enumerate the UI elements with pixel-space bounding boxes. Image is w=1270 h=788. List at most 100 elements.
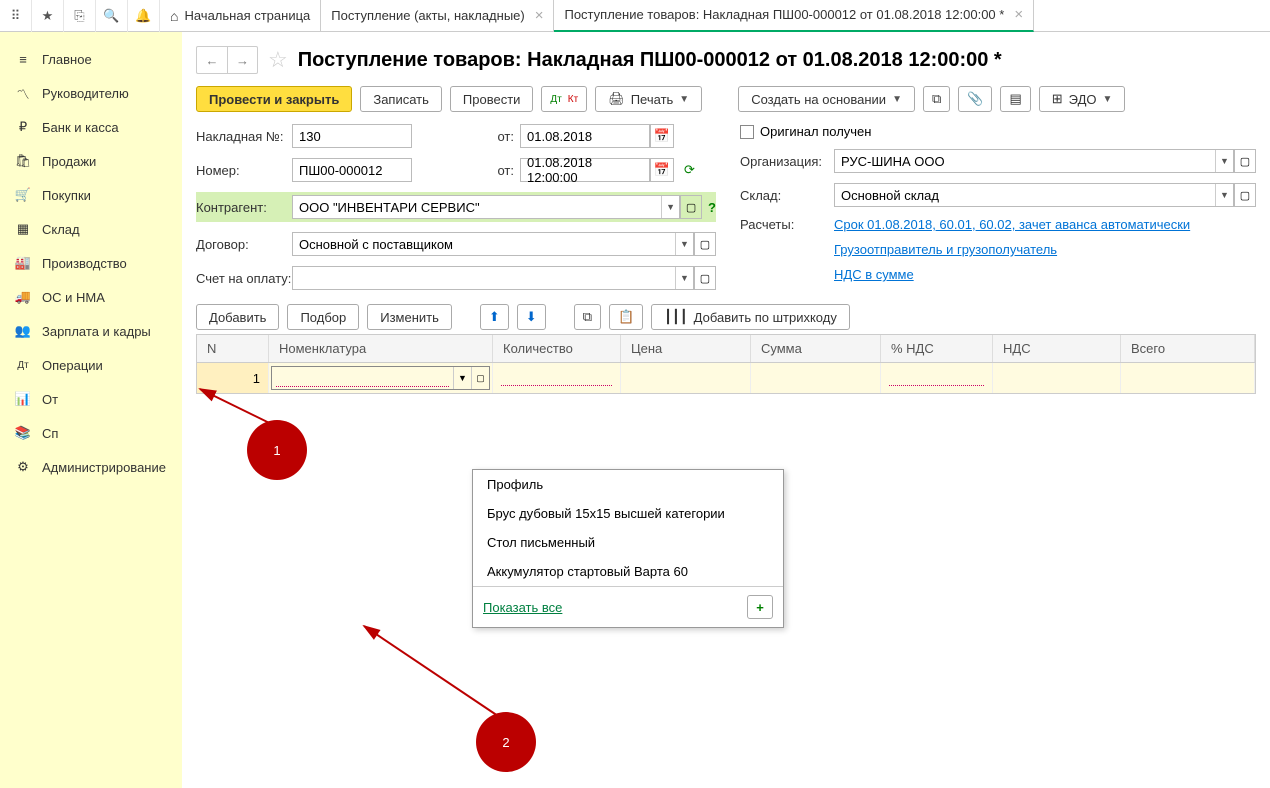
warehouse-input[interactable]: Основной склад▼ [834, 183, 1234, 207]
cell-vat-percent[interactable] [881, 363, 993, 393]
column-nomenclature[interactable]: Номенклатура [269, 335, 493, 362]
sidebar-item-salary[interactable]: 👥Зарплата и кадры [0, 314, 182, 348]
sidebar-item-bank[interactable]: ₽Банк и касса [0, 110, 182, 144]
shipper-link[interactable]: Грузоотправитель и грузополучатель [834, 242, 1057, 257]
column-sum[interactable]: Сумма [751, 335, 881, 362]
counterparty-input[interactable]: ООО "ИНВЕНТАРИ СЕРВИС"▼ [292, 195, 680, 219]
cell-quantity[interactable] [493, 363, 621, 393]
add-row-button[interactable]: Добавить [196, 304, 279, 330]
sidebar-item-main[interactable]: ≡Главное [0, 42, 182, 76]
tab-receipts[interactable]: Поступление (акты, накладные)× [321, 0, 554, 32]
cell-nomenclature[interactable]: ▼ ▢ [269, 363, 493, 393]
field-value: Основной с поставщиком [299, 237, 675, 252]
original-received-checkbox[interactable]: Оригинал получен [740, 124, 871, 139]
sidebar-item-references[interactable]: 📚Сп [0, 416, 182, 450]
favorite-icon[interactable]: ★ [32, 0, 64, 32]
paste-button[interactable]: 📋 [609, 304, 643, 330]
create-based-on-button[interactable]: Создать на основании▼ [738, 86, 915, 112]
sidebar-item-admin[interactable]: ⚙Администрирование [0, 450, 182, 484]
edo-button[interactable]: ⊞ЭДО▼ [1039, 86, 1126, 112]
column-total[interactable]: Всего [1121, 335, 1255, 362]
cell-price[interactable] [621, 363, 751, 393]
sidebar-item-manager[interactable]: 〽Руководителю [0, 76, 182, 110]
post-and-close-button[interactable]: Провести и закрыть [196, 86, 352, 112]
sidebar-item-production[interactable]: 🏭Производство [0, 246, 182, 280]
notifications-icon[interactable]: 🔔 [128, 0, 160, 32]
apps-menu-icon[interactable]: ⠿ [0, 0, 32, 32]
sidebar-item-assets[interactable]: 🚚ОС и НМА [0, 280, 182, 314]
contract-input[interactable]: Основной с поставщиком▼ [292, 232, 694, 256]
datetime-input[interactable]: 01.08.2018 12:00:00 [520, 158, 650, 182]
open-button[interactable]: ▢ [694, 232, 716, 256]
move-down-button[interactable]: ⬇ [517, 304, 546, 330]
number-input[interactable]: ПШ00-000012 [292, 158, 412, 182]
attach-button[interactable]: 📎 [958, 86, 992, 112]
dtkt-button[interactable]: ДтКт [541, 86, 587, 112]
open-button[interactable]: ▢ [1234, 183, 1256, 207]
calendar-button[interactable]: 📅 [650, 158, 674, 182]
search-icon[interactable]: 🔍 [96, 0, 128, 32]
column-vat-percent[interactable]: % НДС [881, 335, 993, 362]
sidebar-item-sales[interactable]: 🛍Продажи [0, 144, 182, 178]
column-n[interactable]: N [197, 335, 269, 362]
close-icon[interactable]: × [531, 7, 544, 24]
pick-button[interactable]: Подбор [287, 304, 359, 330]
close-icon[interactable]: × [1010, 6, 1023, 23]
open-button[interactable]: ▢ [694, 266, 716, 290]
print-button[interactable]: 🖨Печать▼ [595, 86, 702, 112]
open-button[interactable]: ▢ [680, 195, 702, 219]
bars-icon: 📊 [14, 391, 32, 407]
copy-button[interactable]: ⧉ [574, 304, 601, 330]
invoice-no-input[interactable]: 130 [292, 124, 412, 148]
related-button[interactable]: ⧉ [923, 86, 950, 112]
chevron-down-icon[interactable]: ▼ [1215, 184, 1233, 206]
favorite-toggle-icon[interactable]: ☆ [268, 47, 288, 73]
cell-vat[interactable] [993, 363, 1121, 393]
column-quantity[interactable]: Количество [493, 335, 621, 362]
sidebar-item-reports[interactable]: 📊От [0, 382, 182, 416]
vat-link[interactable]: НДС в сумме [834, 267, 914, 282]
open-icon[interactable]: ▢ [471, 367, 489, 389]
refresh-icon[interactable]: ⟳ [684, 162, 695, 178]
dropdown-item[interactable]: Аккумулятор стартовый Варта 60 [473, 557, 783, 586]
dropdown-item[interactable]: Стол письменный [473, 528, 783, 557]
report-button[interactable]: ▤ [1000, 86, 1030, 112]
tab-home[interactable]: ⌂Начальная страница [160, 0, 321, 32]
chevron-down-icon[interactable]: ▼ [675, 267, 693, 289]
sidebar-item-label: Администрирование [42, 460, 166, 475]
chevron-down-icon[interactable]: ▼ [453, 367, 471, 389]
sidebar-item-purchases[interactable]: 🛒Покупки [0, 178, 182, 212]
chevron-down-icon[interactable]: ▼ [661, 196, 679, 218]
write-button[interactable]: Записать [360, 86, 442, 112]
show-all-link[interactable]: Показать все [483, 600, 562, 615]
invoice-pay-input[interactable]: ▼ [292, 266, 694, 290]
post-button[interactable]: Провести [450, 86, 534, 112]
calendar-button[interactable]: 📅 [650, 124, 674, 148]
chevron-down-icon[interactable]: ▼ [675, 233, 693, 255]
nomenclature-input[interactable]: ▼ ▢ [271, 366, 490, 390]
nav-back-button[interactable]: ← [197, 47, 227, 73]
move-up-button[interactable]: ⬆ [480, 304, 509, 330]
org-input[interactable]: РУС-ШИНА ООО▼ [834, 149, 1234, 173]
column-price[interactable]: Цена [621, 335, 751, 362]
tab-document[interactable]: Поступление товаров: Накладная ПШ00-0000… [554, 0, 1034, 32]
add-by-barcode-button[interactable]: ┃┃┃Добавить по штрихкоду [651, 304, 850, 330]
table-row[interactable]: 1 ▼ ▢ [197, 363, 1255, 393]
column-vat[interactable]: НДС [993, 335, 1121, 362]
help-icon[interactable]: ? [708, 200, 716, 215]
sidebar-item-operations[interactable]: ДтОперации [0, 348, 182, 382]
change-button[interactable]: Изменить [367, 304, 452, 330]
open-button[interactable]: ▢ [1234, 149, 1256, 173]
chevron-down-icon[interactable]: ▼ [1215, 150, 1233, 172]
dropdown-item[interactable]: Брус дубовый 15x15 высшей категории [473, 499, 783, 528]
invoice-date-input[interactable]: 01.08.2018 [520, 124, 650, 148]
button-label: Подбор [300, 310, 346, 325]
sidebar-item-warehouse[interactable]: ▦Склад [0, 212, 182, 246]
cell-sum[interactable] [751, 363, 881, 393]
history-icon[interactable]: ⎘ [64, 0, 96, 32]
dropdown-item[interactable]: Профиль [473, 470, 783, 499]
add-new-button[interactable]: + [747, 595, 773, 619]
nav-forward-button[interactable]: → [227, 47, 257, 73]
cell-total[interactable] [1121, 363, 1255, 393]
calc-link[interactable]: Срок 01.08.2018, 60.01, 60.02, зачет ава… [834, 217, 1190, 232]
